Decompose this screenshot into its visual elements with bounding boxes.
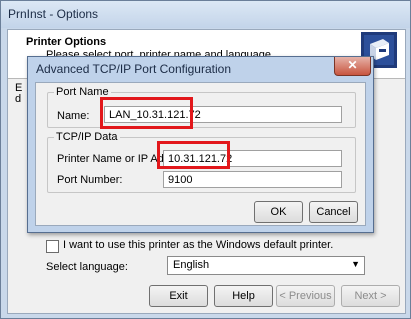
window-titlebar[interactable]: PrnInst - Options: [1, 1, 410, 28]
cancel-button[interactable]: Cancel: [309, 201, 358, 223]
default-printer-checkbox[interactable]: [46, 240, 59, 253]
language-label: Select language:: [46, 261, 128, 273]
default-printer-label: I want to use this printer as the Window…: [63, 239, 334, 251]
close-icon[interactable]: ✕: [334, 57, 371, 76]
port-name-group: Port Name Name:: [47, 86, 356, 128]
exit-button[interactable]: Exit: [149, 285, 208, 307]
port-name-label: Name:: [57, 110, 90, 122]
port-name-input[interactable]: [104, 106, 342, 123]
window-title: PrnInst - Options: [8, 7, 99, 21]
language-select[interactable]: English ▼: [167, 256, 365, 275]
tcpip-port-dialog: Advanced TCP/IP Port Configuration ✕ Por…: [27, 56, 374, 233]
printer-address-input[interactable]: [163, 150, 342, 167]
help-button[interactable]: Help: [214, 285, 273, 307]
chevron-down-icon[interactable]: ▼: [351, 259, 360, 269]
port-number-label: Port Number:: [57, 174, 123, 186]
tcpip-data-group-title: TCP/IP Data: [54, 131, 120, 143]
port-number-input[interactable]: [163, 171, 342, 188]
tcpip-data-group: TCP/IP Data Printer Name or IP Address: …: [47, 131, 356, 193]
port-name-group-title: Port Name: [54, 86, 111, 98]
dialog-body: Port Name Name: TCP/IP Data Printer Name…: [35, 82, 366, 226]
language-value: English: [173, 259, 210, 271]
ok-button[interactable]: OK: [254, 201, 303, 223]
dialog-title: Advanced TCP/IP Port Configuration: [36, 62, 231, 76]
background-label-fragment-2: d: [15, 93, 22, 105]
previous-button[interactable]: < Previous: [276, 285, 335, 307]
next-button[interactable]: Next >: [341, 285, 400, 307]
page-title: Printer Options: [26, 36, 107, 48]
